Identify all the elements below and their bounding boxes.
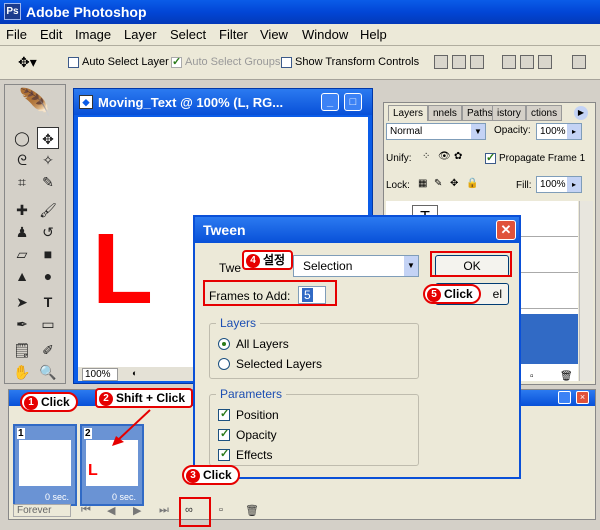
callout-text: Click	[203, 468, 232, 482]
step-badge: 4	[246, 253, 260, 268]
callout-text: Shift + Click	[116, 391, 186, 405]
callout-step-4: 4 설정	[242, 250, 294, 270]
callout-text: Click	[444, 287, 473, 301]
annotation-arrow	[112, 409, 151, 446]
callout-step-5: 5 Click	[423, 284, 481, 304]
callout-text: Click	[41, 395, 70, 409]
step-badge: 2	[99, 391, 113, 406]
step-badge: 5	[427, 287, 441, 302]
step-badge: 3	[186, 468, 200, 483]
callout-text: 설정	[263, 253, 286, 267]
step-badge: 1	[24, 395, 38, 410]
callout-step-2: 2 Shift + Click	[95, 388, 194, 408]
callout-step-1: 1 Click	[20, 392, 78, 412]
callout-step-3: 3 Click	[182, 465, 240, 485]
